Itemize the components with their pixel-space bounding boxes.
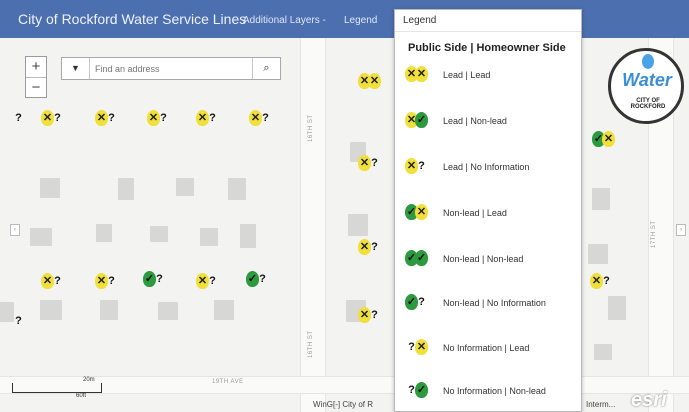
legend-item-label: Non-lead | No Information (443, 298, 546, 308)
scale-bar (12, 383, 102, 393)
building (158, 302, 178, 320)
caret-down-icon[interactable]: ▼ (62, 58, 90, 79)
service-line-marker[interactable]: ✕? (358, 152, 382, 174)
nonlead-nonlead-icon: ✓ ✓ (405, 250, 428, 266)
legend-item-nonlead-noinfo: ✓? Non-lead | No Information (405, 291, 579, 315)
app-window: City of Rockford Water Service Lines Add… (0, 0, 689, 412)
logo-brand: Water (622, 70, 672, 90)
service-line-marker[interactable]: ✕? (196, 107, 220, 129)
building (118, 178, 134, 200)
legend-item-label: No Information | Lead (443, 343, 530, 353)
service-line-marker[interactable]: ✕? (41, 270, 65, 292)
building (240, 224, 256, 248)
scale-imperial-label: 60ft (76, 393, 87, 399)
service-line-marker[interactable]: ✓? (246, 268, 270, 290)
building (176, 178, 194, 196)
service-line-marker[interactable]: ✓? (143, 268, 167, 290)
nonlead-lead-icon: ✓ ✕ (405, 204, 428, 220)
building (228, 178, 246, 200)
legend-menu[interactable]: Legend (344, 15, 377, 26)
lead-lead-icon: ✕ ✕ (405, 66, 428, 82)
building (594, 344, 612, 360)
building (40, 178, 60, 198)
building (588, 244, 608, 264)
legend-item-noinfo-nonlead: ? ✓ No Information | Non-lead (405, 379, 579, 403)
search-icon[interactable]: ⌕ (252, 58, 280, 79)
service-line-marker[interactable]: ✕? (41, 107, 65, 129)
building (214, 300, 234, 320)
service-line-marker[interactable]: ✕? (358, 304, 382, 326)
attribution-text-right: Interm... (586, 400, 616, 409)
zoom-out-button[interactable]: − (26, 77, 46, 97)
noinfo-lead-icon: ? ✕ (408, 339, 428, 355)
building (200, 228, 218, 246)
service-line-marker[interactable]: ✕? (95, 270, 119, 292)
chevron-left-icon[interactable]: ‹ (10, 224, 20, 236)
building (96, 224, 112, 242)
legend-item-lead-noinfo: ✕? Lead | No Information (405, 155, 579, 179)
legend-panel: Legend Public Side | Homeowner Side ✕ ✕ L… (394, 9, 582, 412)
legend-item-label: Lead | Lead (443, 70, 491, 80)
service-line-marker[interactable]: ✕? (147, 107, 171, 129)
map-view[interactable]: 16TH ST 16TH ST 17TH ST 19TH AVE ✕? ✕? ✕… (0, 38, 689, 412)
lead-noinfo-icon: ✕? (405, 158, 425, 174)
nonlead-noinfo-icon: ✓? (405, 294, 425, 310)
app-title: City of Rockford Water Service Lines (18, 11, 247, 27)
road-19th-ave (0, 376, 689, 394)
legend-item-noinfo-lead: ? ✕ No Information | Lead (405, 336, 579, 360)
building (30, 228, 52, 246)
building (100, 300, 118, 320)
street-label: 17TH ST (651, 220, 657, 248)
service-line-marker[interactable]: ✕? (196, 270, 220, 292)
service-line-marker[interactable]: ✕ ✕ (358, 70, 382, 92)
service-line-marker[interactable]: ? (2, 310, 26, 332)
building (348, 214, 368, 236)
zoom-in-button[interactable]: + (26, 57, 46, 77)
legend-item-label: Non-lead | Lead (443, 208, 507, 218)
service-line-marker[interactable]: ? (2, 107, 26, 129)
legend-item-nonlead-nonlead: ✓ ✓ Non-lead | Non-lead (405, 247, 579, 271)
street-label: 16TH ST (308, 330, 314, 358)
building (40, 300, 62, 320)
building (592, 188, 610, 210)
address-search: ▼ ⌕ (61, 57, 281, 80)
service-line-marker[interactable]: ✕? (95, 107, 119, 129)
water-drop-icon (642, 54, 654, 69)
legend-item-label: Lead | Non-lead (443, 116, 507, 126)
attribution-text[interactable]: WinG[-] City of R (313, 400, 373, 409)
service-line-marker[interactable]: ✓ ✕ (592, 128, 616, 150)
search-input[interactable] (95, 61, 245, 76)
legend-panel-header: Legend (395, 10, 581, 32)
street-label: 16TH ST (308, 114, 314, 142)
legend-item-label: No Information | Non-lead (443, 386, 546, 396)
chevron-right-icon[interactable]: › (676, 224, 686, 236)
esri-logo[interactable]: esri (631, 389, 667, 412)
legend-item-lead-nonlead: ✕ ✓ Lead | Non-lead (405, 109, 579, 133)
building (608, 296, 626, 320)
building (150, 226, 168, 242)
legend-item-nonlead-lead: ✓ ✕ Non-lead | Lead (405, 201, 579, 225)
additional-layers-menu[interactable]: Additional Layers - (243, 15, 326, 26)
service-line-marker[interactable]: ✕? (590, 270, 614, 292)
street-label: 19TH AVE (212, 379, 244, 385)
noinfo-nonlead-icon: ? ✓ (408, 382, 428, 398)
service-line-marker[interactable]: ✕? (249, 107, 273, 129)
rockford-water-logo: Water CITY OF ROCKFORD (608, 48, 684, 124)
logo-city: CITY OF ROCKFORD (630, 98, 666, 110)
app-header: City of Rockford Water Service Lines Add… (0, 0, 689, 38)
legend-subtitle: Public Side | Homeowner Side (408, 42, 566, 54)
legend-item-label: Non-lead | Non-lead (443, 254, 524, 264)
zoom-control: + − (25, 56, 47, 98)
service-line-marker[interactable]: ✕? (358, 236, 382, 258)
legend-item-label: Lead | No Information (443, 162, 530, 172)
legend-item-lead-lead: ✕ ✕ Lead | Lead (405, 63, 579, 87)
lead-nonlead-icon: ✕ ✓ (405, 112, 428, 128)
